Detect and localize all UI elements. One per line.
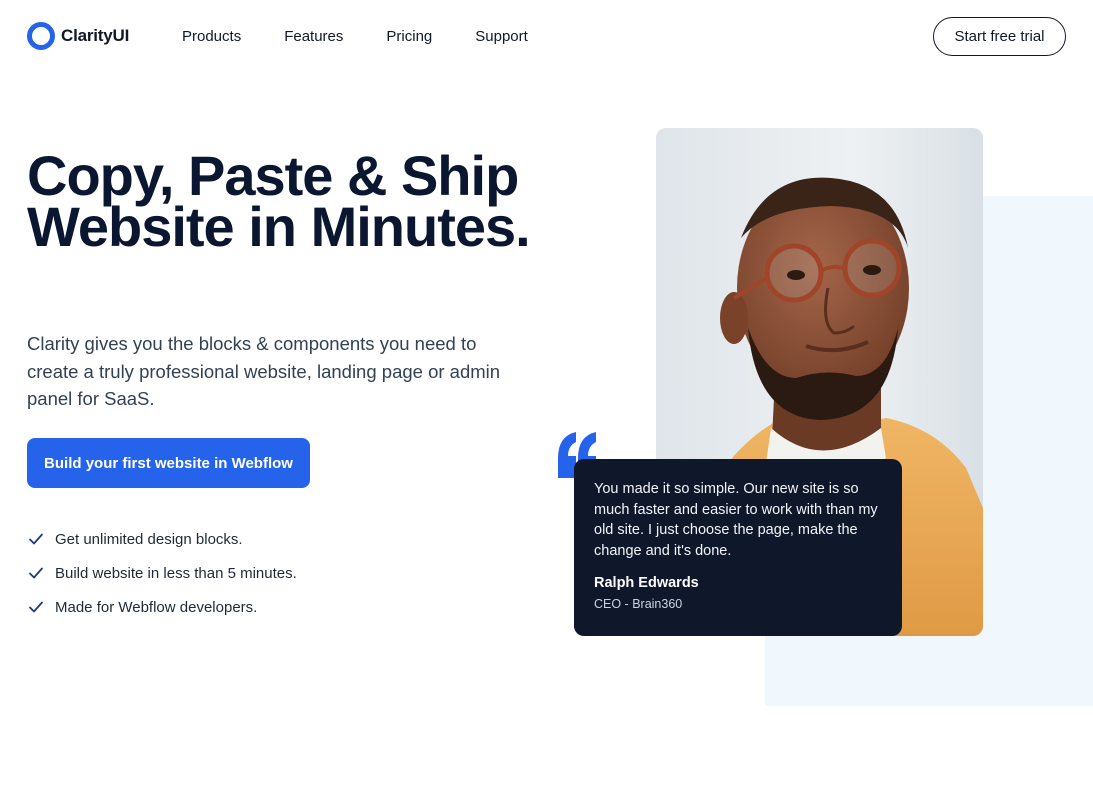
check-icon [29, 567, 43, 579]
feature-item: Build website in less than 5 minutes. [28, 556, 297, 590]
nav-features[interactable]: Features [284, 28, 343, 45]
testimonial-quote: You made it so simple. Our new site is s… [594, 481, 878, 559]
feature-text: Build website in less than 5 minutes. [55, 564, 297, 582]
start-free-trial-button[interactable]: Start free trial [933, 17, 1066, 56]
main-nav: Products Features Pricing Support [182, 28, 528, 45]
feature-item: Made for Webflow developers. [28, 590, 297, 624]
feature-item: Get unlimited design blocks. [28, 522, 297, 556]
brand-logo[interactable]: ClarityUI [27, 22, 129, 50]
logo-ring-icon [27, 22, 55, 50]
testimonial-card: You made it so simple. Our new site is s… [574, 459, 902, 636]
feature-text: Made for Webflow developers. [55, 598, 258, 616]
feature-list: Get unlimited design blocks. Build websi… [28, 522, 297, 624]
feature-text: Get unlimited design blocks. [55, 530, 243, 548]
check-icon [29, 533, 43, 545]
testimonial-author: Ralph Edwards [594, 575, 699, 591]
build-website-button[interactable]: Build your first website in Webflow [27, 438, 310, 488]
nav-support[interactable]: Support [475, 28, 528, 45]
nav-pricing[interactable]: Pricing [386, 28, 432, 45]
brand-name: ClarityUI [61, 26, 130, 45]
hero-subtext: Clarity gives you the blocks & component… [27, 333, 501, 409]
testimonial-role: CEO - Brain360 [594, 597, 683, 611]
hero-headline: Copy, Paste & Ship Website in Minutes. [27, 144, 531, 258]
nav-products[interactable]: Products [182, 28, 241, 45]
check-icon [29, 601, 43, 613]
